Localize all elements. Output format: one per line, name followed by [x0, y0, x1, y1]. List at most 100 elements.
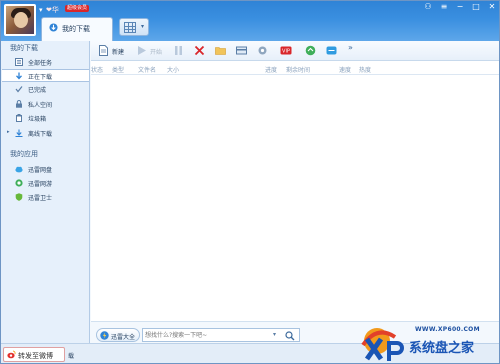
chevron-down-icon[interactable]: ▾ — [141, 23, 144, 30]
pause-button[interactable] — [173, 44, 184, 58]
user-menu-chevron-icon[interactable]: ▾ — [39, 6, 43, 14]
sidebar-header-my-apps: 我的应用 — [10, 150, 38, 158]
weibo-icon — [7, 350, 16, 359]
search-field[interactable]: ▾ — [142, 328, 300, 342]
new-task-label: 新建 — [112, 49, 125, 56]
sidebar-item-cloud-disk[interactable]: 迅雷网盘 — [2, 163, 89, 176]
status-text: 载 — [68, 353, 75, 360]
sidebar-item-label: 已完成 — [28, 87, 47, 94]
pause-icon — [175, 46, 182, 55]
brand-label: 迅雷大全 — [111, 334, 136, 341]
sidebar-item-downloading[interactable]: 正在下载 — [2, 69, 89, 82]
sidebar-item-private-space[interactable]: 私人空间 — [2, 98, 89, 111]
tab-app-grid[interactable]: ▾ — [119, 18, 149, 36]
sidebar-item-offline-download[interactable]: ▸ 离线下载 — [2, 127, 89, 140]
sidebar-item-label: 迅雷网盘 — [28, 167, 53, 174]
sidebar-item-trash[interactable]: 垃圾箱 — [2, 112, 89, 125]
expand-arrow-icon[interactable]: ▸ — [7, 129, 10, 135]
sidebar-header-my-downloads: 我的下载 — [10, 44, 38, 52]
task-list-header: 状态 类型 文件名 大小 进度 剩余时间 速度 热度 — [91, 61, 499, 75]
search-dropdown-chevron-icon[interactable]: ▾ — [273, 331, 276, 338]
user-name[interactable]: ❤华 — [46, 5, 59, 15]
column-progress[interactable]: 进度 — [265, 65, 277, 74]
share-to-weibo-button[interactable]: 转发至微博 — [3, 347, 65, 362]
sidebar-item-label: 迅雷网游 — [28, 181, 53, 188]
cloud-disk-icon — [15, 166, 23, 173]
open-folder-button[interactable] — [215, 44, 227, 58]
column-speed[interactable]: 速度 — [339, 65, 351, 74]
start-button[interactable]: 开始 — [136, 44, 166, 58]
settings-button[interactable] — [257, 44, 269, 58]
offline-download-icon — [15, 129, 23, 137]
sidebar-item-label: 离线下载 — [28, 131, 53, 138]
share-button[interactable] — [305, 44, 323, 58]
card-icon — [236, 46, 247, 55]
sidebar-item-all-tasks[interactable]: 全部任务 — [2, 56, 89, 69]
tab-my-downloads[interactable]: 我的下载 — [41, 17, 113, 41]
game-icon — [15, 179, 23, 187]
search-icon[interactable] — [285, 331, 295, 341]
toolbar-more-button[interactable]: » — [348, 43, 353, 57]
column-type[interactable]: 类型 — [112, 65, 124, 74]
thunder-logo-icon — [100, 331, 109, 340]
sidebar-item-label: 迅雷卫士 — [28, 195, 53, 202]
download-tab-icon — [49, 23, 58, 32]
weibo-label: 转发至微博 — [18, 352, 53, 360]
lock-icon — [16, 100, 22, 108]
watermark-url: WWW.XP600.COM — [415, 326, 480, 333]
sidebar-item-guard[interactable]: 迅雷卫士 — [2, 191, 89, 204]
sidebar-item-label: 垃圾箱 — [28, 116, 47, 123]
sidebar-item-label: 正在下载 — [28, 74, 53, 81]
new-file-icon — [99, 45, 108, 56]
xp-logo-icon — [361, 328, 404, 361]
skin-button[interactable]: ⚇ — [423, 2, 433, 12]
toolbar: 新建 开始 VIP » — [91, 41, 499, 61]
column-heat[interactable]: 热度 — [359, 65, 371, 74]
sidebar-item-completed[interactable]: 已完成 — [2, 83, 89, 96]
close-button[interactable]: ✕ — [487, 2, 497, 12]
download-arrow-icon — [16, 72, 22, 80]
watermark-title: 系统盘之家 — [409, 341, 475, 356]
search-input[interactable] — [145, 330, 269, 341]
avatar-face — [14, 12, 28, 28]
minimize-button[interactable]: − — [455, 2, 465, 12]
column-filename[interactable]: 文件名 — [138, 65, 156, 74]
title-bar: ▾ ❤华 超级会员 我的下载 ▾ ⚇ ≡ − □ ✕ — [1, 1, 499, 41]
vip-icon: VIP — [280, 46, 292, 55]
delete-button[interactable] — [194, 44, 205, 58]
new-task-button[interactable]: 新建 — [98, 44, 128, 58]
thunder-encyclopedia-button[interactable]: 迅雷大全 — [96, 328, 140, 342]
watermark: WWW.XP600.COM 系统盘之家 — [355, 323, 499, 363]
task-list[interactable] — [91, 75, 499, 321]
checkmark-icon — [15, 86, 23, 93]
gear-icon — [258, 46, 267, 55]
sidebar-item-label: 私人空间 — [28, 102, 53, 109]
sidebar: 我的下载 全部任务 正在下载 已完成 私人空间 垃圾箱 ▸ 离线下载 我的应用 — [1, 41, 90, 343]
menu-button[interactable]: ≡ — [439, 2, 449, 12]
skin-icon — [326, 46, 337, 55]
folder-icon — [215, 47, 226, 55]
thunder-window: ▾ ❤华 超级会员 我的下载 ▾ ⚇ ≡ − □ ✕ 我的下载 全部任务 正在下… — [0, 0, 500, 364]
play-icon — [138, 46, 146, 55]
window-controls: ⚇ ≡ − □ ✕ — [423, 2, 497, 12]
vip-badge[interactable]: 超级会员 — [65, 5, 90, 12]
svg-text:VIP: VIP — [282, 48, 290, 54]
vip-button[interactable]: VIP — [279, 44, 299, 58]
sidebar-item-online-games[interactable]: 迅雷网游 — [2, 177, 89, 190]
column-remaining-time[interactable]: 剩余时间 — [286, 65, 310, 74]
properties-button[interactable] — [236, 44, 248, 58]
delete-x-icon — [194, 45, 205, 56]
list-icon — [15, 58, 23, 66]
column-size[interactable]: 大小 — [167, 65, 179, 74]
trash-icon — [16, 114, 22, 122]
grid-icon — [124, 22, 136, 33]
tab-label: 我的下载 — [62, 25, 90, 33]
skin-theme-button[interactable] — [325, 44, 347, 58]
share-leaf-icon — [305, 45, 316, 56]
start-label: 开始 — [150, 49, 163, 56]
sidebar-item-label: 全部任务 — [28, 60, 53, 67]
column-status[interactable]: 状态 — [91, 65, 103, 74]
user-avatar[interactable] — [4, 4, 36, 36]
maximize-button[interactable]: □ — [471, 2, 481, 12]
shield-icon — [15, 193, 23, 201]
